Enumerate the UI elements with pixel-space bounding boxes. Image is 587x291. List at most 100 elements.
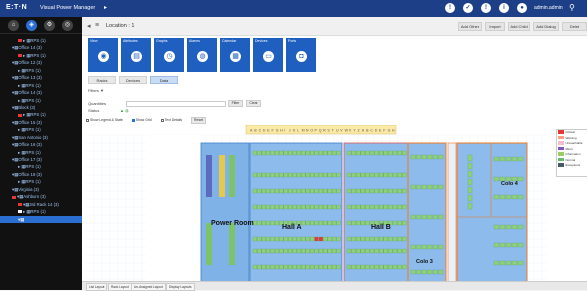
rack[interactable] [318, 248, 323, 254]
info-icon[interactable]: i [499, 3, 509, 13]
rack[interactable] [336, 248, 341, 254]
rack[interactable] [432, 269, 438, 275]
rack[interactable] [379, 236, 384, 242]
tree-node[interactable]: ▸ ▦RPS (1) [0, 111, 82, 118]
rack[interactable] [493, 176, 500, 182]
rack[interactable] [365, 188, 370, 194]
rack[interactable] [360, 188, 365, 194]
rack[interactable] [427, 154, 433, 160]
rack[interactable] [388, 236, 393, 242]
rack[interactable] [301, 204, 306, 210]
rack[interactable] [511, 224, 518, 230]
rack[interactable] [310, 172, 315, 178]
rack[interactable] [346, 172, 352, 178]
rack[interactable] [432, 154, 438, 160]
rack[interactable] [288, 204, 293, 210]
rack[interactable] [356, 204, 361, 210]
rack[interactable] [283, 264, 288, 270]
power-cabinet[interactable] [219, 155, 225, 197]
rack[interactable] [257, 264, 262, 270]
rack[interactable] [379, 150, 384, 156]
rack[interactable] [305, 172, 310, 178]
rack[interactable] [427, 269, 433, 275]
rack[interactable] [397, 220, 402, 226]
rack[interactable] [416, 214, 422, 220]
rack[interactable] [402, 264, 407, 270]
rack[interactable] [252, 264, 257, 270]
rack[interactable] [332, 220, 337, 226]
rack[interactable] [402, 150, 407, 156]
rack[interactable] [388, 150, 393, 156]
rack[interactable] [288, 188, 293, 194]
rack[interactable] [432, 184, 438, 190]
rack[interactable] [388, 188, 393, 194]
power-cabinet[interactable] [229, 223, 235, 265]
rack[interactable] [274, 236, 279, 242]
tree-node[interactable]: ▸ ▦RPS (1) [0, 97, 82, 104]
rack[interactable] [356, 188, 361, 194]
tree-node[interactable]: ▾▦ [0, 215, 82, 223]
rack[interactable] [388, 172, 393, 178]
rack[interactable] [360, 220, 365, 226]
rack[interactable] [283, 204, 288, 210]
rack[interactable] [274, 172, 279, 178]
rack[interactable] [410, 269, 416, 275]
rack[interactable] [305, 204, 310, 210]
rack[interactable] [388, 264, 393, 270]
rack[interactable] [499, 194, 506, 200]
rack[interactable] [336, 172, 341, 178]
rack[interactable] [323, 150, 328, 156]
rack[interactable] [351, 264, 356, 270]
rack[interactable] [388, 204, 393, 210]
rack[interactable] [288, 150, 293, 156]
delete-button[interactable]: Delet [562, 22, 587, 31]
rack[interactable] [427, 244, 433, 250]
rack[interactable] [374, 264, 379, 270]
rack[interactable] [397, 248, 402, 254]
rack[interactable] [365, 220, 370, 226]
rack[interactable] [305, 188, 310, 194]
rack[interactable] [283, 236, 288, 242]
rack[interactable] [332, 172, 337, 178]
add-dialog-button[interactable]: Add Dialog [533, 22, 559, 31]
rack[interactable] [336, 204, 341, 210]
tile-devices[interactable]: Devices ▭ [253, 38, 283, 72]
tree-node[interactable]: ▾▦Office 16 (3) [0, 141, 82, 148]
rack[interactable] [252, 172, 257, 178]
rack[interactable] [318, 264, 323, 270]
tree-node[interactable]: ▾▦Ashburn (3) [0, 193, 82, 200]
rack[interactable] [310, 188, 315, 194]
rack[interactable] [310, 236, 315, 242]
filters-title[interactable]: Filters ▼ [88, 88, 104, 93]
rack[interactable] [270, 236, 275, 242]
rack[interactable] [351, 150, 356, 156]
filter-button[interactable]: Filter [228, 100, 243, 107]
import-button[interactable]: Import [485, 22, 505, 31]
rack[interactable] [327, 188, 332, 194]
clear-button[interactable]: Clear [246, 100, 261, 107]
rack[interactable] [392, 248, 398, 254]
rack[interactable] [270, 188, 275, 194]
add-child-button[interactable]: Add Child [508, 22, 530, 31]
tree-node[interactable]: ▾▦Virginia (3) [0, 186, 82, 193]
rack[interactable] [511, 260, 518, 266]
rack[interactable] [351, 220, 356, 226]
rack[interactable] [318, 236, 323, 242]
rack[interactable] [383, 264, 388, 270]
rack[interactable] [336, 264, 341, 270]
rack[interactable] [332, 188, 337, 194]
rack[interactable] [432, 244, 438, 250]
rack[interactable] [261, 150, 266, 156]
rack[interactable] [296, 236, 301, 242]
tile-alarms[interactable]: Alarms ◍ [187, 38, 217, 72]
rack[interactable] [421, 214, 427, 220]
rack[interactable] [356, 172, 361, 178]
rack[interactable] [402, 172, 407, 178]
rack[interactable] [467, 170, 473, 178]
rack[interactable] [346, 204, 352, 210]
rack[interactable] [266, 220, 271, 226]
rack[interactable] [374, 248, 379, 254]
rack[interactable] [397, 204, 402, 210]
rack[interactable] [493, 156, 500, 162]
rack[interactable] [327, 220, 332, 226]
